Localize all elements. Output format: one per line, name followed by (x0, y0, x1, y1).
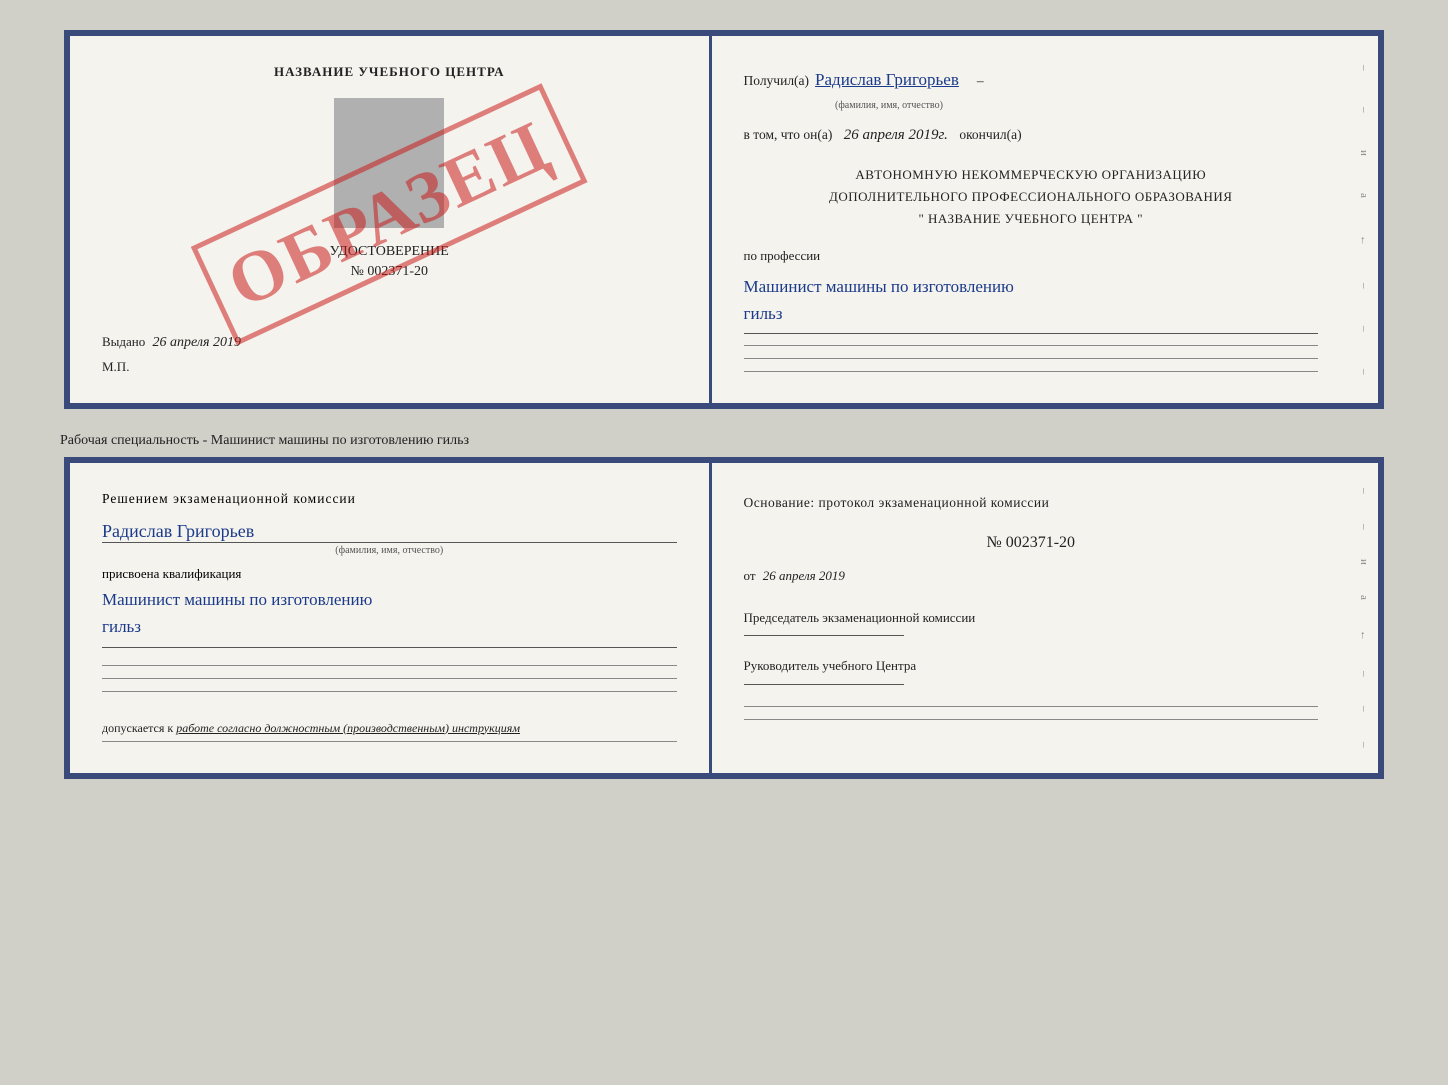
dopusk-underline (102, 741, 677, 742)
prisvoena-label: присвоена квалификация (102, 566, 677, 582)
subtitle: Рабочая специальность - Машинист машины … (60, 433, 1380, 449)
osnovanie-title: Основание: протокол экзаменационной коми… (744, 491, 1319, 515)
bottom-doc-right: Основание: протокол экзаменационной коми… (712, 463, 1351, 772)
bm-char-5: ← (1358, 630, 1370, 641)
kvalif-text: Машинист машины по изготовлению гильз (102, 586, 677, 640)
ot-date: 26 апреля 2019 (763, 568, 845, 583)
bottom-right-margin: – – и а ← – – – (1350, 463, 1378, 772)
margin-char-8: – (1358, 369, 1370, 375)
margin-char-5: ← (1358, 235, 1370, 246)
top-doc-left: НАЗВАНИЕ УЧЕБНОГО ЦЕНТРА УДОСТОВЕРЕНИЕ №… (70, 36, 712, 403)
top-document: НАЗВАНИЕ УЧЕБНОГО ЦЕНТРА УДОСТОВЕРЕНИЕ №… (64, 30, 1384, 409)
bm-char-7: – (1358, 706, 1370, 712)
bm-char-8: – (1358, 742, 1370, 748)
doc-number: № 002371-20 (350, 264, 428, 280)
okonchil-label: окончил(а) (959, 127, 1021, 142)
bottom-doc-left: Решением экзаменационной комиссии Радисл… (70, 463, 712, 772)
dash-sep: – (977, 68, 984, 94)
recipient-name: Радислав Григорьев (815, 70, 959, 89)
margin-char-7: – (1358, 326, 1370, 332)
bottom-document: Решением экзаменационной комиссии Радисл… (64, 457, 1384, 778)
bm-char-6: – (1358, 671, 1370, 677)
line1 (744, 345, 1319, 346)
profession-underline (744, 333, 1319, 334)
profession-line2: гильз (744, 304, 783, 323)
top-doc-right: Получил(а) Радислав Григорьев (фамилия, … (712, 36, 1351, 403)
br-line1 (744, 706, 1319, 707)
poluchil-line: Получил(а) Радислав Григорьев (фамилия, … (744, 64, 1319, 115)
bm-char-1: – (1358, 488, 1370, 494)
margin-char-1: – (1358, 65, 1370, 71)
right-lines (744, 342, 1319, 375)
bottom-fio-label: (фамилия, имя, отчество) (102, 545, 677, 556)
bl-line3 (102, 691, 677, 692)
bottom-left-lines (102, 662, 677, 695)
rukovoditel-block: Руководитель учебного Центра (744, 656, 1319, 685)
vtom-line: в том, что он(а) 26 апреля 2019г. окончи… (744, 121, 1319, 150)
bottom-right-lines (744, 703, 1319, 723)
bm-char-2: – (1358, 524, 1370, 530)
bl-line2 (102, 678, 677, 679)
profession-text: Машинист машины по изготовлению гильз (744, 273, 1319, 327)
profession-line1: Машинист машины по изготовлению (744, 277, 1014, 296)
line3 (744, 371, 1319, 372)
dopusk-block: допускается к работе согласно должностны… (102, 719, 677, 737)
vtom-prefix: в том, что он(а) (744, 127, 833, 142)
margin-char-6: – (1358, 283, 1370, 289)
bm-char-4: а (1358, 595, 1370, 600)
top-left-title: НАЗВАНИЕ УЧЕБНОГО ЦЕНТРА (274, 64, 505, 80)
vydano-line: Выдано 26 апреля 2019 (102, 334, 241, 351)
mp-label: М.П. (102, 359, 129, 375)
predsedatel-label: Председатель экзаменационной комиссии (744, 608, 1319, 628)
org-line3: " НАЗВАНИЕ УЧЕБНОГО ЦЕНТРА " (744, 208, 1319, 230)
po-professii-label: по профессии (744, 244, 1319, 269)
bl-line1 (102, 665, 677, 666)
udostoverenie-label: УДОСТОВЕРЕНИЕ (330, 244, 449, 260)
org-line1: АВТОНОМНУЮ НЕКОММЕРЧЕСКУЮ ОРГАНИЗАЦИЮ (744, 164, 1319, 186)
margin-char-4: а (1358, 193, 1370, 198)
photo-placeholder (334, 98, 444, 228)
bottom-recipient-name: Радислав Григорьев (102, 521, 677, 543)
org-line2: ДОПОЛНИТЕЛЬНОГО ПРОФЕССИОНАЛЬНОГО ОБРАЗО… (744, 186, 1319, 208)
vydano-date: 26 апреля 2019 (153, 335, 241, 350)
margin-char-2: – (1358, 107, 1370, 113)
dopusk-prefix: допускается к (102, 721, 173, 735)
kvalif-underline (102, 647, 677, 648)
rukovoditel-sign-line (744, 684, 904, 685)
ot-date-line: от 26 апреля 2019 (744, 564, 1319, 587)
predsedatel-block: Председатель экзаменационной комиссии (744, 608, 1319, 637)
protocol-number: № 002371-20 (744, 529, 1319, 558)
line2 (744, 358, 1319, 359)
vydano-label: Выдано (102, 334, 145, 349)
right-margin: – – и а ← – – – (1350, 36, 1378, 403)
kvalif-line2: гильз (102, 617, 141, 636)
reshen-title: Решением экзаменационной комиссии (102, 491, 677, 507)
ot-prefix: от (744, 568, 756, 583)
dopusk-text: работе согласно должностным (производств… (176, 721, 520, 735)
margin-char-3: и (1358, 150, 1370, 156)
predsedatel-sign-line (744, 635, 904, 636)
rukovoditel-label: Руководитель учебного Центра (744, 656, 1319, 676)
fio-label: (фамилия, имя, отчество) (815, 96, 963, 115)
poluchil-label: Получил(а) (744, 68, 810, 94)
completion-date: 26 апреля 2019г. (844, 127, 948, 143)
bm-char-3: и (1358, 559, 1370, 565)
br-line2 (744, 719, 1319, 720)
kvalif-line1: Машинист машины по изготовлению (102, 590, 372, 609)
org-block: АВТОНОМНУЮ НЕКОММЕРЧЕСКУЮ ОРГАНИЗАЦИЮ ДО… (744, 164, 1319, 230)
